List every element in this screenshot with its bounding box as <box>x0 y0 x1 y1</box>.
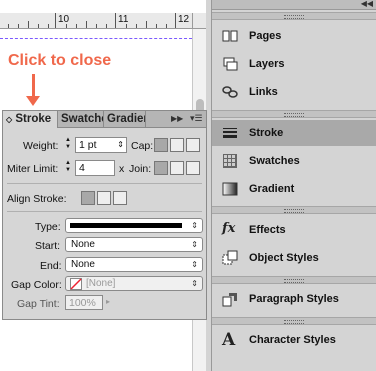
panel-group-grip[interactable] <box>212 317 376 325</box>
end-value: None <box>71 259 95 270</box>
miter-limit-field[interactable]: 4 <box>75 160 115 176</box>
panel-item-effects[interactable]: fx Effects <box>212 217 376 243</box>
align-stroke-label: Align Stroke: <box>7 193 67 205</box>
pages-icon <box>222 30 238 42</box>
dock-header: ◀◀ <box>212 0 376 10</box>
links-icon <box>222 86 238 98</box>
panel-group-grip[interactable] <box>212 110 376 118</box>
gap-color-value: [None] <box>86 278 116 289</box>
panel-item-label: Stroke <box>249 127 284 139</box>
callout-arrow-shaft <box>32 74 35 98</box>
type-label: Type: <box>35 221 61 233</box>
panel-item-label: Links <box>249 86 278 98</box>
panel-tab-bar: ◇ Stroke Swatches Gradient ▶▶ ▾☰ <box>3 111 206 128</box>
weight-stepper-icon[interactable]: ▲ ▼ <box>63 137 73 153</box>
panel-item-label: Character Styles <box>249 334 336 346</box>
swatches-icon <box>223 154 237 168</box>
margin-guide <box>0 38 192 39</box>
panel-item-pages[interactable]: Pages <box>212 23 376 49</box>
panel-item-label: Effects <box>249 224 286 236</box>
chevron-updown-icon: ⇕ <box>191 279 198 288</box>
panel-item-label: Gradient <box>249 183 295 195</box>
align-inside-icon[interactable] <box>97 191 111 205</box>
panel-item-label: Object Styles <box>249 252 319 264</box>
align-center-icon[interactable] <box>81 191 95 205</box>
butt-cap-icon[interactable] <box>154 138 168 152</box>
object-styles-icon <box>222 250 238 265</box>
panel-item-label: Layers <box>249 58 285 70</box>
gap-tint-field[interactable]: 100% <box>65 295 103 310</box>
chevron-updown-icon: ⇕ <box>191 240 198 249</box>
tab-stroke[interactable]: ◇ Stroke <box>3 111 58 128</box>
gradient-icon <box>222 182 238 196</box>
none-swatch-icon <box>70 278 82 290</box>
panel-group-grip[interactable] <box>212 206 376 214</box>
cap-label: Cap: <box>131 140 154 152</box>
panel-expand-icon[interactable]: ▶▶ <box>171 114 183 123</box>
stroke-type-dropdown[interactable]: ⇕ <box>65 218 203 233</box>
end-dropdown[interactable]: None ⇕ <box>65 257 203 272</box>
tab-swatches[interactable]: Swatches <box>58 111 104 128</box>
collapse-dock-icon[interactable]: ◀◀ <box>361 0 373 8</box>
tab-stroke-label: Stroke <box>15 113 52 125</box>
miter-join-icon[interactable] <box>154 161 168 175</box>
miter-stepper-icon[interactable]: ▲ ▼ <box>63 160 73 176</box>
callout-arrow-icon <box>26 96 40 106</box>
round-join-icon[interactable] <box>170 161 184 175</box>
panel-group-grip[interactable] <box>212 12 376 20</box>
miter-limit-label: Miter Limit: <box>7 163 59 175</box>
start-label: Start: <box>35 240 61 252</box>
stroke-type-preview <box>70 223 182 228</box>
join-label: Join: <box>129 163 152 175</box>
paragraph-styles-icon <box>222 293 237 307</box>
horizontal-ruler: 10 11 12 <box>0 13 192 29</box>
fx-icon: fx <box>222 221 236 236</box>
gap-tint-dropdown-icon[interactable]: ▸ <box>106 297 110 306</box>
panel-group-grip[interactable] <box>212 276 376 284</box>
panel-item-links[interactable]: Links <box>212 79 376 105</box>
divider <box>7 211 202 212</box>
collapse-chevron-icon[interactable]: ◇ <box>6 115 12 124</box>
character-styles-icon: A <box>222 330 236 350</box>
callout-text: Click to close <box>8 52 112 69</box>
panel-item-character-styles[interactable]: A Character Styles <box>212 327 376 353</box>
weight-value: 1 pt <box>79 139 97 151</box>
start-dropdown[interactable]: None ⇕ <box>65 237 203 252</box>
stroke-panel: ◇ Stroke Swatches Gradient ▶▶ ▾☰ Weight:… <box>2 110 207 320</box>
panel-dock: ◀◀ Pages Layers Links Stroke Swatches Gr… <box>211 0 376 371</box>
panel-item-layers[interactable]: Layers <box>212 51 376 77</box>
panel-item-object-styles[interactable]: Object Styles <box>212 245 376 271</box>
gap-tint-label: Gap Tint: <box>17 298 60 310</box>
ruler-corner <box>192 13 206 29</box>
panel-item-label: Pages <box>249 30 282 42</box>
align-outside-icon[interactable] <box>113 191 127 205</box>
ruler-label-12: 12 <box>178 14 190 25</box>
chevron-updown-icon: ⇕ <box>191 221 198 230</box>
layers-icon <box>223 57 238 71</box>
ruler-label-10: 10 <box>58 14 70 25</box>
weight-field[interactable]: 1 pt ⇕ <box>75 137 127 153</box>
round-cap-icon[interactable] <box>170 138 184 152</box>
projecting-cap-icon[interactable] <box>186 138 200 152</box>
gap-color-label: Gap Color: <box>11 279 62 291</box>
weight-dropdown-icon[interactable]: ⇕ <box>117 138 124 152</box>
end-label: End: <box>40 260 62 272</box>
panel-item-swatches[interactable]: Swatches <box>212 148 376 174</box>
chevron-updown-icon: ⇕ <box>191 260 198 269</box>
panel-item-label: Swatches <box>249 155 300 167</box>
stroke-icon <box>223 128 237 138</box>
start-value: None <box>71 239 95 250</box>
panel-item-label: Paragraph Styles <box>249 293 339 305</box>
divider <box>7 183 202 184</box>
miter-x-label: x <box>119 163 125 175</box>
tab-gradient[interactable]: Gradient <box>104 111 146 128</box>
panel-item-gradient[interactable]: Gradient <box>212 176 376 202</box>
panel-menu-icon[interactable]: ▾☰ <box>190 113 204 125</box>
panel-item-stroke[interactable]: Stroke <box>212 120 376 146</box>
panel-item-paragraph-styles[interactable]: Paragraph Styles <box>212 286 376 312</box>
gap-color-dropdown[interactable]: [None] ⇕ <box>65 276 203 291</box>
bevel-join-icon[interactable] <box>186 161 200 175</box>
weight-label: Weight: <box>23 140 59 152</box>
